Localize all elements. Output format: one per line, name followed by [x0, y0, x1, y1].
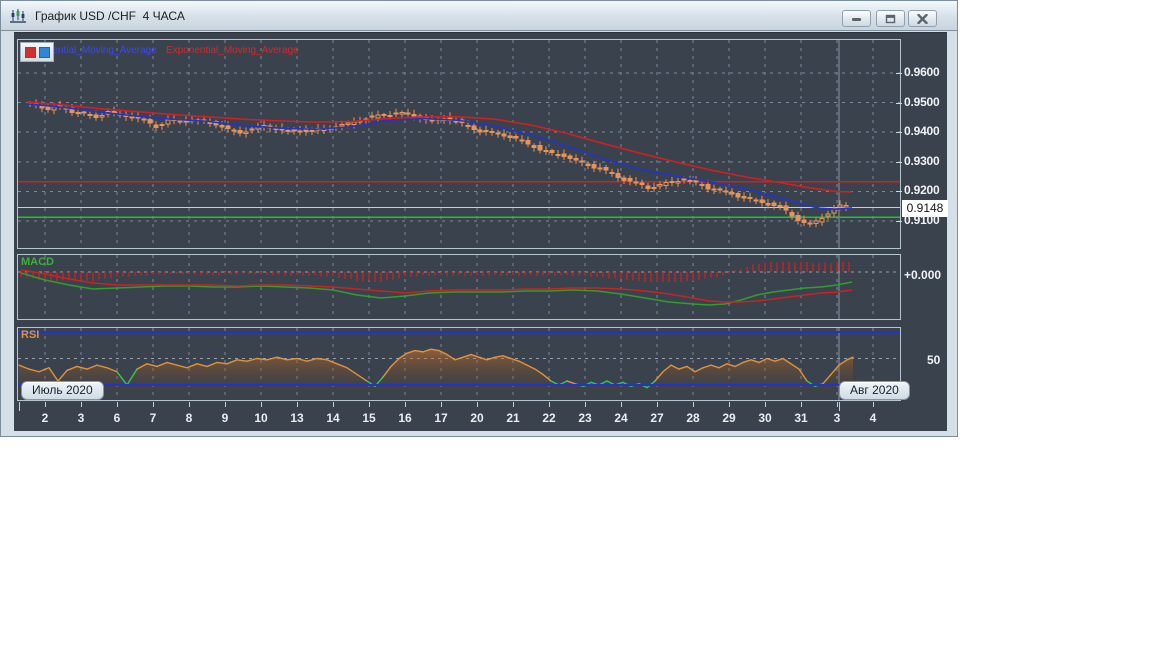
- candlestick-series: [27, 99, 849, 228]
- rsi-label: RSI: [21, 329, 40, 341]
- date-axis-label: 2: [41, 411, 49, 425]
- date-axis-label: 28: [686, 411, 700, 425]
- macd-signal-line: [20, 269, 853, 303]
- macd-line: [20, 272, 853, 306]
- rsi-area-fill: [19, 349, 853, 400]
- price-axis-tick: [896, 161, 902, 163]
- date-axis-tick: [189, 402, 190, 407]
- close-icon: [917, 13, 928, 24]
- indicator-buttons-panel: [20, 42, 54, 62]
- macd-axis-label: +0.000: [904, 268, 942, 282]
- date-axis-label: 7: [149, 411, 157, 425]
- month-axis-tick: [19, 402, 20, 411]
- month-axis-tick: [839, 402, 840, 411]
- date-axis-label: 17: [434, 411, 448, 425]
- price-axis-label: 0.9500: [904, 94, 940, 109]
- date-axis-label: 8: [185, 411, 193, 425]
- month-button-august[interactable]: Авг 2020: [839, 381, 910, 400]
- window-title: График USD /CHF 4 ЧАСА: [35, 8, 185, 23]
- macd-panel[interactable]: MACD: [17, 254, 901, 320]
- date-axis-tick: [729, 402, 730, 407]
- price-axis-label: 0.9100: [904, 213, 940, 227]
- chart-window: График USD /CHF 4 ЧАСА Exponential_Movin…: [0, 0, 958, 437]
- date-axis-tick: [81, 402, 82, 407]
- price-chart-panel[interactable]: Exponential_Moving_Average Exponential_M…: [17, 39, 901, 249]
- date-axis-label: 21: [506, 411, 520, 425]
- date-axis-label: 16: [398, 411, 412, 425]
- blue-indicator-button[interactable]: [38, 46, 50, 58]
- date-axis-tick: [657, 402, 658, 407]
- price-axis-label: 0.9400: [904, 124, 940, 139]
- date-axis-tick: [765, 402, 766, 407]
- restore-button[interactable]: [876, 10, 905, 27]
- price-axis-label: 0.9600: [904, 65, 940, 79]
- date-axis-tick: [621, 402, 622, 407]
- rsi-axis-label: 50: [927, 353, 941, 367]
- rsi-chart: [18, 328, 900, 400]
- date-axis-label: 22: [542, 411, 556, 425]
- ema-red-line: [26, 101, 853, 193]
- restore-icon: [885, 14, 896, 23]
- close-button[interactable]: [908, 10, 937, 27]
- date-axis-label: 14: [326, 411, 340, 425]
- minimize-icon: [852, 18, 861, 21]
- date-axis-label: 27: [650, 411, 664, 425]
- month-button-july[interactable]: Июль 2020: [21, 381, 104, 400]
- date-axis-tick: [117, 402, 118, 407]
- macd-chart: [18, 255, 900, 319]
- date-axis-tick: [837, 402, 838, 407]
- macd-label: MACD: [21, 256, 54, 268]
- date-axis-tick: [693, 402, 694, 407]
- ema-red-legend-label: Exponential_Moving_Average: [166, 45, 299, 56]
- price-axis-tick: [896, 73, 902, 74]
- date-axis-tick: [297, 402, 298, 407]
- red-indicator-button[interactable]: [24, 46, 36, 58]
- date-axis-label: 6: [113, 411, 121, 425]
- candlestick-chart: [18, 40, 900, 248]
- date-axis-label: 3: [833, 411, 841, 425]
- date-axis-label: 9: [221, 411, 229, 425]
- title-bar[interactable]: График USD /CHF 4 ЧАСА: [1, 1, 957, 31]
- rsi-panel[interactable]: RSI: [17, 327, 901, 401]
- candlestick-chart-icon: [9, 7, 29, 25]
- date-axis-label: 15: [362, 411, 376, 425]
- date-axis-label: 10: [254, 411, 268, 425]
- date-axis-tick: [225, 402, 226, 407]
- date-axis-label: 31: [794, 411, 808, 425]
- price-axis-tick: [896, 221, 902, 222]
- date-axis-tick: [477, 402, 478, 407]
- date-axis-tick: [45, 402, 46, 407]
- minimize-button[interactable]: [842, 10, 871, 27]
- date-axis-tick: [873, 402, 874, 407]
- price-axis-tick: [896, 191, 902, 193]
- date-axis-tick: [153, 402, 154, 407]
- date-axis-label: 30: [758, 411, 772, 425]
- date-axis-label: 4: [869, 411, 877, 425]
- date-axis-tick: [369, 402, 370, 407]
- date-axis-tick: [513, 402, 514, 407]
- price-axis-label: 0.9300: [904, 153, 940, 168]
- date-axis-label: 24: [614, 411, 628, 425]
- price-axis-tick: [896, 102, 902, 104]
- date-axis-label: 13: [290, 411, 304, 425]
- date-axis-tick: [549, 402, 550, 407]
- date-axis-label: 23: [578, 411, 592, 425]
- date-axis-label: 20: [470, 411, 484, 425]
- date-axis-tick: [333, 402, 334, 407]
- date-axis-tick: [585, 402, 586, 407]
- price-axis-label: 0.9200: [904, 183, 940, 198]
- date-axis-label: 3: [77, 411, 85, 425]
- date-axis-tick: [801, 402, 802, 407]
- date-axis-label: 29: [722, 411, 736, 425]
- price-axis-tick: [896, 132, 902, 134]
- date-axis-tick: [405, 402, 406, 407]
- date-axis-tick: [261, 402, 262, 407]
- date-axis-tick: [441, 402, 442, 407]
